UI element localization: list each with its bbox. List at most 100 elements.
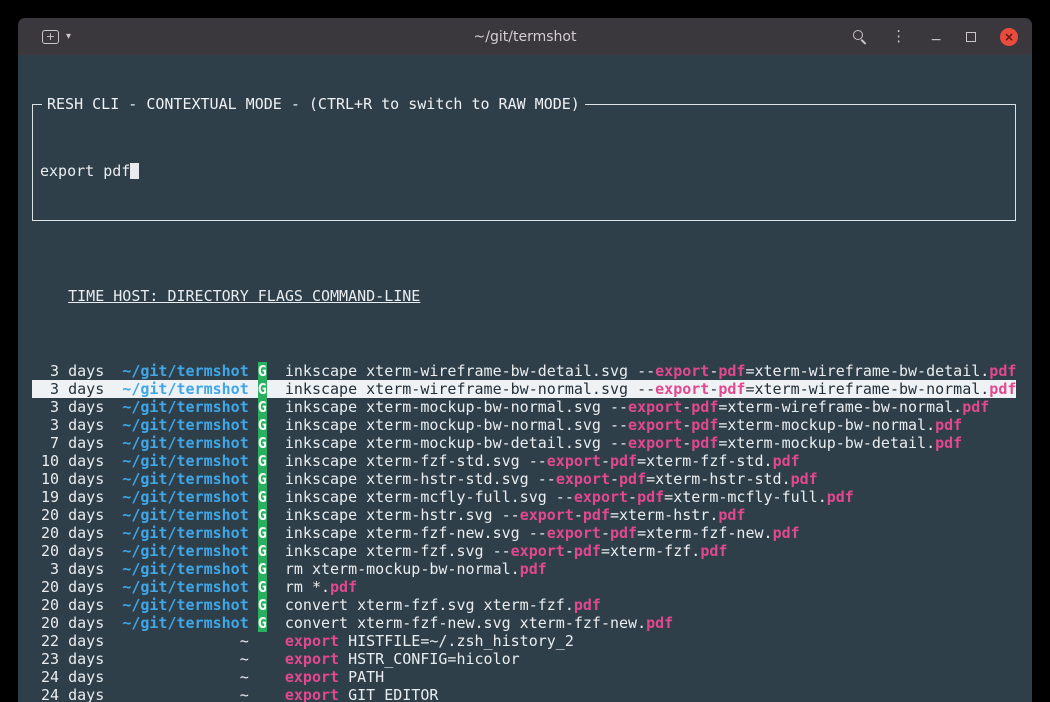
match-highlight: export [628,416,682,434]
history-row[interactable]: 23 days ~ export HSTR_CONFIG=hicolor [32,650,1016,668]
row-flag: G [258,434,267,452]
row-command: inkscape xterm-hstr-std.svg --export-pdf… [285,470,818,488]
history-row[interactable]: 20 days ~/git/termshot G inkscape xterm-… [32,542,1016,560]
history-row[interactable]: 3 days ~/git/termshot G inkscape xterm-w… [32,362,1016,380]
match-highlight: export [655,362,709,380]
history-row[interactable]: 3 days ~/git/termshot G inkscape xterm-m… [32,416,1016,434]
row-command: export PATH [285,668,384,686]
match-highlight: pdf [700,542,727,560]
match-highlight: pdf [691,416,718,434]
search-box[interactable]: RESH CLI - CONTEXTUAL MODE - (CTRL+R to … [32,104,1016,221]
row-time: 20 days [32,596,104,614]
history-row[interactable]: 3 days ~/git/termshot G inkscape xterm-m… [32,398,1016,416]
restore-button[interactable] [966,32,976,42]
match-highlight: pdf [989,380,1016,398]
row-flag: G [258,416,267,434]
row-flag: G [258,398,267,416]
match-highlight: export [628,434,682,452]
match-highlight: pdf [646,614,673,632]
history-header: TIME HOST: DIRECTORY FLAGS COMMAND-LINE [32,287,1016,305]
row-time: 24 days [32,668,104,686]
row-flag: G [258,452,267,470]
history-row[interactable]: 20 days ~/git/termshot G rm *.pdf [32,578,1016,596]
row-host-directory: ~/git/termshot [113,398,248,416]
history-row[interactable]: 24 days ~ export PATH [32,668,1016,686]
minimize-button[interactable]: − [930,33,942,47]
row-time: 22 days [32,632,104,650]
row-flag: G [258,524,267,542]
history-row[interactable]: 3 days ~/git/termshot G inkscape xterm-w… [32,380,1016,398]
row-flag: G [258,614,267,632]
row-command: convert xterm-fzf.svg xterm-fzf.pdf [285,596,601,614]
match-highlight: pdf [989,362,1016,380]
history-row[interactable]: 20 days ~/git/termshot G convert xterm-f… [32,596,1016,614]
match-highlight: pdf [574,596,601,614]
row-host-directory: ~/git/termshot [113,488,248,506]
row-time: 20 days [32,614,104,632]
history-row[interactable]: 20 days ~/git/termshot G inkscape xterm-… [32,506,1016,524]
row-command: inkscape xterm-mockup-bw-detail.svg --ex… [285,434,962,452]
history-row[interactable]: 19 days ~/git/termshot G inkscape xterm-… [32,488,1016,506]
titlebar[interactable]: + ▾ ~/git/termshot ⋮ − × [18,18,1032,55]
history-row[interactable]: 20 days ~/git/termshot G convert xterm-f… [32,614,1016,632]
kebab-menu-icon[interactable]: ⋮ [891,29,906,44]
row-time: 19 days [32,488,104,506]
match-highlight: pdf [583,506,610,524]
row-host-directory: ~/git/termshot [113,470,248,488]
row-command: export GIT_EDITOR [285,686,439,702]
history-row[interactable]: 20 days ~/git/termshot G inkscape xterm-… [32,524,1016,542]
row-host-directory: ~/git/termshot [113,578,248,596]
row-flag: G [258,488,267,506]
match-highlight: export [520,506,574,524]
row-command: inkscape xterm-fzf.svg --export-pdf=xter… [285,542,728,560]
row-command: rm *.pdf [285,578,357,596]
history-row[interactable]: 7 days ~/git/termshot G inkscape xterm-m… [32,434,1016,452]
row-time: 20 days [32,578,104,596]
titlebar-right-group: ⋮ − × [852,18,1018,55]
match-highlight: pdf [619,470,646,488]
history-row[interactable]: 3 days ~/git/termshot G rm xterm-mockup-… [32,560,1016,578]
row-flag: G [258,380,267,398]
row-flag: G [258,470,267,488]
row-host-directory: ~ [113,686,248,702]
history-row[interactable]: 10 days ~/git/termshot G inkscape xterm-… [32,452,1016,470]
match-highlight: pdf [773,524,800,542]
row-host-directory: ~/git/termshot [113,452,248,470]
search-query-text: export pdf [40,162,130,180]
row-time: 3 days [32,398,104,416]
row-command: inkscape xterm-wireframe-bw-detail.svg -… [285,362,1017,380]
row-flag: G [258,596,267,614]
match-highlight: pdf [691,398,718,416]
search-icon[interactable] [852,29,867,44]
close-button[interactable]: × [1000,28,1018,46]
chevron-down-icon[interactable]: ▾ [66,31,71,42]
history-row[interactable]: 24 days ~ export GIT_EDITOR [32,686,1016,702]
row-host-directory: ~ [113,668,248,686]
match-highlight: pdf [610,524,637,542]
titlebar-left-group: + ▾ [42,18,71,55]
row-flag: G [258,506,267,524]
match-highlight: pdf [827,488,854,506]
row-command: inkscape xterm-mcfly-full.svg --export-p… [285,488,854,506]
history-row[interactable]: 10 days ~/git/termshot G inkscape xterm-… [32,470,1016,488]
mode-title: RESH CLI - CONTEXTUAL MODE - (CTRL+R to … [42,95,585,113]
text-cursor [130,163,139,179]
new-window-icon[interactable]: + [42,30,59,44]
match-highlight: pdf [574,542,601,560]
match-highlight: pdf [935,434,962,452]
row-host-directory: ~/git/termshot [113,506,248,524]
row-time: 3 days [32,362,104,380]
match-highlight: pdf [962,398,989,416]
row-host-directory: ~/git/termshot [113,362,248,380]
match-highlight: pdf [718,506,745,524]
row-command: inkscape xterm-fzf-new.svg --export-pdf=… [285,524,800,542]
row-command: convert xterm-fzf-new.svg xterm-fzf-new.… [285,614,673,632]
history-row[interactable]: 22 days ~ export HISTFILE=~/.zsh_history… [32,632,1016,650]
search-input[interactable]: export pdf [40,162,1008,180]
match-highlight: pdf [520,560,547,578]
match-highlight: export [574,488,628,506]
terminal-screen: RESH CLI - CONTEXTUAL MODE - (CTRL+R to … [18,55,1032,702]
row-flag: G [258,578,267,596]
match-highlight: export [628,398,682,416]
row-host-directory: ~/git/termshot [113,434,248,452]
